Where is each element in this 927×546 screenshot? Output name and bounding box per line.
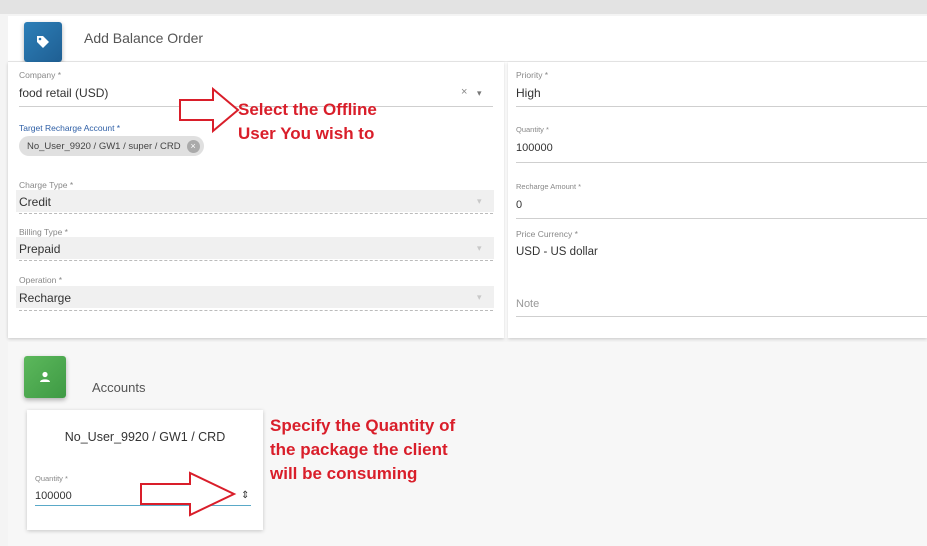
note-underline — [516, 316, 927, 317]
chip-label: No_User_9920 / GW1 / super / CRD — [27, 140, 181, 152]
add-balance-order-card: Add Balance Order Company * food retail … — [8, 16, 927, 338]
charge-type-value: Credit — [19, 195, 52, 209]
annotation-select-user: Select the Offline User You wish to — [238, 98, 377, 146]
operation-select[interactable] — [16, 286, 494, 308]
page-title: Add Balance Order — [84, 30, 204, 46]
account-quantity-label: Quantity * — [35, 474, 68, 483]
quantity-underline — [516, 162, 927, 163]
quantity-label: Quantity * — [516, 125, 549, 134]
billing-type-select[interactable] — [16, 237, 494, 259]
price-currency-label: Price Currency * — [516, 229, 578, 239]
top-strip — [0, 0, 927, 14]
operation-value: Recharge — [19, 291, 72, 305]
annotation-line: Specify the Quantity of — [270, 416, 456, 435]
chip-close-icon[interactable]: × — [186, 139, 200, 153]
quantity-value[interactable]: 100000 — [516, 142, 553, 154]
billing-type-label: Billing Type * — [19, 227, 68, 237]
clear-icon[interactable]: × — [461, 86, 467, 98]
right-form-panel: Priority * High Quantity * 100000 Rechar… — [508, 62, 927, 338]
stepper-icon[interactable]: ⇕ — [241, 490, 249, 501]
chevron-down-icon[interactable]: ▾ — [477, 243, 482, 254]
charge-type-label: Charge Type * — [19, 180, 74, 190]
annotation-line: the package the client — [270, 440, 448, 459]
user-icon — [24, 356, 66, 398]
account-name: No_User_9920 / GW1 / CRD — [64, 430, 226, 444]
priority-value[interactable]: High — [516, 86, 541, 100]
operation-underline — [19, 310, 493, 311]
target-account-chip[interactable]: No_User_9920 / GW1 / super / CRD × — [19, 136, 204, 156]
arrow-right-icon — [179, 86, 240, 134]
note-input[interactable]: Note — [516, 298, 539, 310]
annotation-line: will be consuming — [270, 464, 418, 483]
arrow-right-icon — [140, 471, 237, 517]
page: Add Balance Order Company * food retail … — [0, 0, 927, 546]
recharge-amount-label: Recharge Amount * — [516, 182, 582, 191]
operation-label: Operation * — [19, 275, 62, 285]
company-label: Company * — [19, 70, 62, 80]
chevron-down-icon[interactable]: ▾ — [477, 196, 482, 207]
accounts-title: Accounts — [92, 380, 146, 395]
billing-type-value: Prepaid — [19, 242, 61, 256]
chevron-down-icon[interactable]: ▾ — [477, 88, 482, 99]
charge-type-select[interactable] — [16, 190, 494, 212]
priority-underline — [516, 106, 927, 107]
annotation-specify-quantity: Specify the Quantity of the package the … — [270, 414, 455, 486]
charge-type-underline — [19, 213, 493, 214]
price-currency-value[interactable]: USD - US dollar — [516, 246, 598, 258]
priority-label: Priority * — [516, 70, 549, 80]
chevron-down-icon[interactable]: ▾ — [477, 292, 482, 303]
annotation-line: Select the Offline — [238, 100, 377, 119]
card-header: Add Balance Order — [8, 16, 927, 62]
recharge-amount-value[interactable]: 0 — [516, 199, 522, 211]
annotation-line: User You wish to — [238, 124, 375, 143]
billing-type-underline — [19, 260, 493, 261]
company-value[interactable]: food retail (USD) — [19, 86, 108, 100]
recharge-amount-underline — [516, 218, 927, 219]
target-account-label: Target Recharge Account * — [19, 123, 121, 133]
tag-icon — [24, 22, 62, 62]
